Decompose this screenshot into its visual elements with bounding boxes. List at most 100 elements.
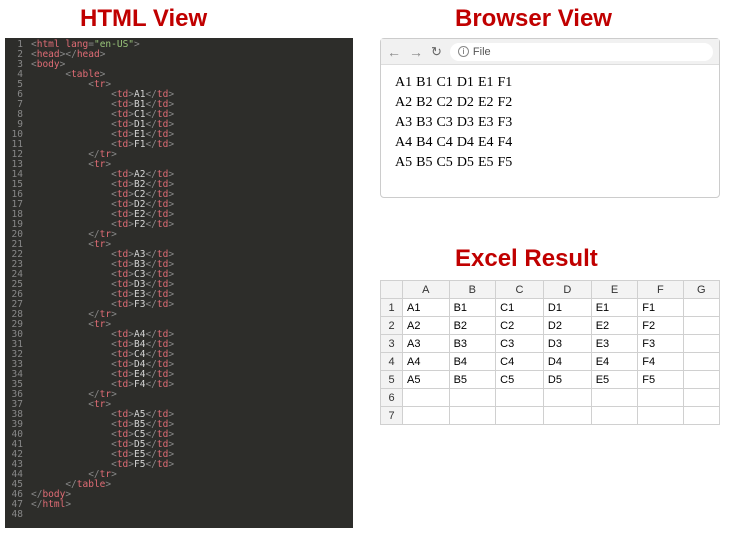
excel-cell[interactable] (496, 389, 544, 407)
excel-cell[interactable] (683, 389, 719, 407)
excel-cell[interactable]: D4 (543, 353, 591, 371)
excel-cell[interactable] (449, 407, 496, 425)
excel-col-header[interactable]: G (683, 281, 719, 299)
excel-cell[interactable]: D5 (543, 371, 591, 389)
excel-cell[interactable] (403, 389, 450, 407)
back-icon[interactable]: ← (387, 44, 401, 60)
excel-grid: ABCDEFG1A1B1C1D1E1F12A2B2C2D2E2F23A3B3C3… (380, 280, 720, 425)
excel-cell[interactable]: A4 (403, 353, 450, 371)
excel-cell[interactable] (496, 407, 544, 425)
excel-cell[interactable]: B5 (449, 371, 496, 389)
browser-row: A4B4C4D4E4F4 (395, 135, 705, 151)
excel-cell[interactable]: E5 (591, 371, 638, 389)
excel-col-header[interactable]: C (496, 281, 544, 299)
excel-cell[interactable] (638, 407, 683, 425)
excel-cell[interactable]: C3 (496, 335, 544, 353)
excel-row-header[interactable]: 7 (381, 407, 403, 425)
browser-cell: F2 (498, 95, 513, 110)
excel-cell[interactable]: A3 (403, 335, 450, 353)
excel-cell[interactable]: E4 (591, 353, 638, 371)
excel-cell[interactable]: C4 (496, 353, 544, 371)
reload-icon[interactable]: ↻ (431, 44, 442, 60)
excel-cell[interactable]: A2 (403, 317, 450, 335)
excel-cell[interactable]: F2 (638, 317, 683, 335)
excel-col-header[interactable]: E (591, 281, 638, 299)
excel-col-header[interactable]: D (543, 281, 591, 299)
browser-cell: B3 (416, 115, 432, 130)
browser-row: A3B3C3D3E3F3 (395, 115, 705, 131)
excel-cell[interactable]: B4 (449, 353, 496, 371)
excel-cell[interactable]: C2 (496, 317, 544, 335)
excel-corner (381, 281, 403, 299)
excel-cell[interactable] (683, 353, 719, 371)
excel-cell[interactable] (591, 407, 638, 425)
excel-cell[interactable]: E2 (591, 317, 638, 335)
excel-row-header[interactable]: 2 (381, 317, 403, 335)
excel-cell[interactable]: C1 (496, 299, 544, 317)
excel-table: ABCDEFG1A1B1C1D1E1F12A2B2C2D2E2F23A3B3C3… (380, 280, 720, 425)
excel-cell[interactable] (683, 317, 719, 335)
browser-cell: A5 (395, 155, 412, 170)
excel-cell[interactable]: B2 (449, 317, 496, 335)
excel-row-header[interactable]: 3 (381, 335, 403, 353)
browser-cell: C2 (436, 95, 452, 110)
excel-row-header[interactable]: 4 (381, 353, 403, 371)
excel-cell[interactable]: A5 (403, 371, 450, 389)
table-row: 6 (381, 389, 720, 407)
table-row: 5A5B5C5D5E5F5 (381, 371, 720, 389)
excel-cell[interactable]: E3 (591, 335, 638, 353)
address-bar[interactable]: i File (450, 43, 713, 61)
browser-cell: E2 (478, 95, 494, 110)
excel-cell[interactable]: C5 (496, 371, 544, 389)
excel-cell[interactable] (591, 389, 638, 407)
excel-col-header[interactable]: B (449, 281, 496, 299)
table-row: 3A3B3C3D3E3F3 (381, 335, 720, 353)
excel-cell[interactable]: F1 (638, 299, 683, 317)
browser-row: A1B1C1D1E1F1 (395, 75, 705, 91)
excel-cell[interactable]: B3 (449, 335, 496, 353)
browser-cell: D5 (457, 155, 474, 170)
table-row: 4A4B4C4D4E4F4 (381, 353, 720, 371)
code-gutter: 1234567891011121314151617181920212223242… (5, 38, 27, 528)
excel-cell[interactable] (683, 299, 719, 317)
excel-cell[interactable] (449, 389, 496, 407)
title-html-view: HTML View (80, 5, 207, 33)
browser-cell: E4 (478, 135, 494, 150)
code-content: <html lang="en-US"><head></head><body> <… (27, 38, 353, 528)
excel-cell[interactable] (683, 371, 719, 389)
browser-window: ← → ↻ i File A1B1C1D1E1F1A2B2C2D2E2F2A3B… (380, 38, 720, 198)
excel-header-row: ABCDEFG (381, 281, 720, 299)
excel-cell[interactable]: D2 (543, 317, 591, 335)
excel-col-header[interactable]: F (638, 281, 683, 299)
browser-cell: F1 (498, 75, 513, 90)
forward-icon[interactable]: → (409, 44, 423, 60)
excel-cell[interactable] (683, 407, 719, 425)
excel-row-header[interactable]: 6 (381, 389, 403, 407)
excel-cell[interactable] (683, 335, 719, 353)
excel-cell[interactable] (543, 389, 591, 407)
browser-cell: B1 (416, 75, 432, 90)
browser-cell: E1 (478, 75, 494, 90)
browser-cell: B2 (416, 95, 432, 110)
browser-cell: A2 (395, 95, 412, 110)
excel-cell[interactable]: D1 (543, 299, 591, 317)
excel-cell[interactable]: F3 (638, 335, 683, 353)
excel-cell[interactable] (543, 407, 591, 425)
excel-cell[interactable] (638, 389, 683, 407)
excel-cell[interactable]: D3 (543, 335, 591, 353)
excel-cell[interactable]: B1 (449, 299, 496, 317)
excel-row-header[interactable]: 1 (381, 299, 403, 317)
browser-cell: D1 (457, 75, 474, 90)
excel-cell[interactable]: E1 (591, 299, 638, 317)
excel-col-header[interactable]: A (403, 281, 450, 299)
table-row: 1A1B1C1D1E1F1 (381, 299, 720, 317)
excel-cell[interactable] (403, 407, 450, 425)
browser-cell: D4 (457, 135, 474, 150)
address-text: File (473, 46, 491, 58)
excel-cell[interactable]: F4 (638, 353, 683, 371)
excel-cell[interactable]: F5 (638, 371, 683, 389)
browser-cell: A1 (395, 75, 412, 90)
info-icon: i (458, 46, 469, 57)
excel-cell[interactable]: A1 (403, 299, 450, 317)
excel-row-header[interactable]: 5 (381, 371, 403, 389)
